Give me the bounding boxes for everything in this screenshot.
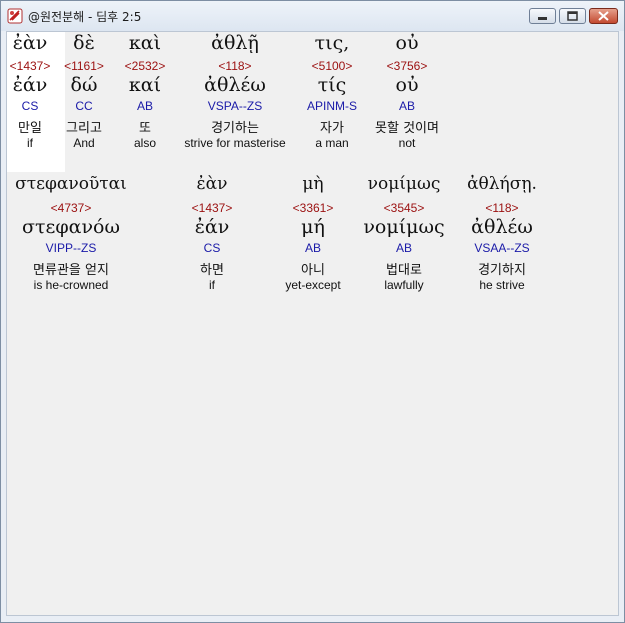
word-korean: 만일: [18, 121, 42, 136]
word-lemma: ἐάν: [194, 216, 230, 238]
window-title: @원전분해 - 딤후 2:5: [28, 10, 142, 24]
word-lemma: τίς: [317, 74, 347, 96]
close-button[interactable]: [589, 8, 618, 24]
word-english: if: [27, 136, 33, 150]
word-english: is he-crowned: [33, 278, 109, 292]
word-strong: <2532>: [124, 59, 166, 73]
maximize-button[interactable]: [559, 8, 586, 24]
word-greek[interactable]: οὐ: [396, 32, 419, 54]
window-bottom-border: [1, 616, 624, 622]
word-lemma: ἀθλέω: [471, 216, 533, 238]
word-korean: 하면: [200, 263, 224, 278]
word-korean: 또: [139, 121, 151, 136]
word-english: lawfully: [384, 278, 424, 292]
word-strong: <5100>: [311, 59, 353, 73]
word-korean: 경기하지: [478, 263, 526, 278]
word-english: if: [209, 278, 215, 292]
word-korean: 아니: [301, 263, 325, 278]
word-lemma: καί: [128, 74, 162, 96]
word-korean: 경기하는: [211, 121, 259, 136]
word-korean: 법대로: [386, 263, 422, 278]
word-parse: VSAA--ZS: [474, 241, 530, 255]
word-korean: 면류관을 얻지: [33, 263, 109, 278]
word-greek[interactable]: μὴ: [302, 174, 323, 194]
word-parse: AB: [398, 99, 416, 113]
word-korean: 자가: [320, 121, 344, 136]
maximize-icon: [567, 11, 578, 21]
word-english: And: [73, 136, 95, 150]
word-korean: 못할 것이며: [375, 121, 439, 136]
word-strong: <1437>: [191, 201, 233, 215]
word-strong: <4737>: [50, 201, 92, 215]
minimize-icon: [538, 17, 547, 20]
word-parse: AB: [304, 241, 322, 255]
word-greek[interactable]: τις,: [315, 32, 350, 54]
word-parse: APINM-S: [306, 99, 358, 113]
word-english: also: [133, 136, 157, 150]
word-english: yet-except: [285, 278, 341, 292]
word-english: not: [398, 136, 416, 150]
word-parse: AB: [136, 99, 154, 113]
word-parse: AB: [395, 241, 413, 255]
word-lemma: νομίμως: [363, 216, 445, 238]
word-strong: <1437>: [9, 59, 51, 73]
close-icon: [598, 11, 609, 21]
word-strong: <1161>: [64, 59, 104, 73]
word-greek[interactable]: στεφανοῦται: [15, 174, 127, 194]
word-parse: VIPP--ZS: [45, 241, 97, 255]
word-english: strive for masterise: [184, 136, 286, 150]
word-lemma: οὐ: [395, 74, 419, 96]
word-strong: <118>: [218, 59, 252, 73]
word-parse: VSPA--ZS: [207, 99, 263, 113]
app-icon: [7, 8, 23, 24]
word-english: he strive: [479, 278, 525, 292]
word-greek[interactable]: ἐὰν: [13, 32, 48, 54]
word-lemma: στεφανόω: [22, 216, 120, 238]
word-greek[interactable]: καὶ: [129, 32, 161, 54]
word-greek[interactable]: δὲ: [73, 32, 95, 54]
word-strong: <3545>: [383, 201, 425, 215]
word-lemma: δώ: [70, 74, 98, 96]
word-lemma: ἐάν: [12, 74, 48, 96]
word-strong: <3756>: [386, 59, 428, 73]
word-korean: 그리고: [66, 121, 102, 136]
word-greek[interactable]: νομίμως: [368, 174, 441, 194]
verse-analysis-pane[interactable]: ἐὰν <1437> ἐάν CS 만일 if δὲ <1161> δώ CC 그리고 And καὶ <…: [6, 31, 619, 616]
word-greek[interactable]: ἐὰν: [197, 174, 228, 194]
word-strong: <118>: [485, 201, 519, 215]
title-bar[interactable]: @원전분해 - 딤후 2:5: [1, 1, 624, 31]
word-greek[interactable]: ἀθλῇ: [211, 32, 259, 54]
word-parse: CS: [21, 99, 39, 113]
word-strong: <3361>: [292, 201, 334, 215]
word-parse: CC: [75, 99, 93, 113]
word-lemma: μή: [301, 216, 325, 238]
app-window: @원전분해 - 딤후 2:5 ἐὰν <1437> ἐάν CS 만일 if δὲ <1161…: [0, 0, 625, 623]
word-lemma: ἀθλέω: [204, 74, 266, 96]
word-english: a man: [315, 136, 349, 150]
word-greek[interactable]: ἀθλήσῃ.: [467, 174, 537, 194]
minimize-button[interactable]: [529, 8, 556, 24]
word-parse: CS: [203, 241, 221, 255]
